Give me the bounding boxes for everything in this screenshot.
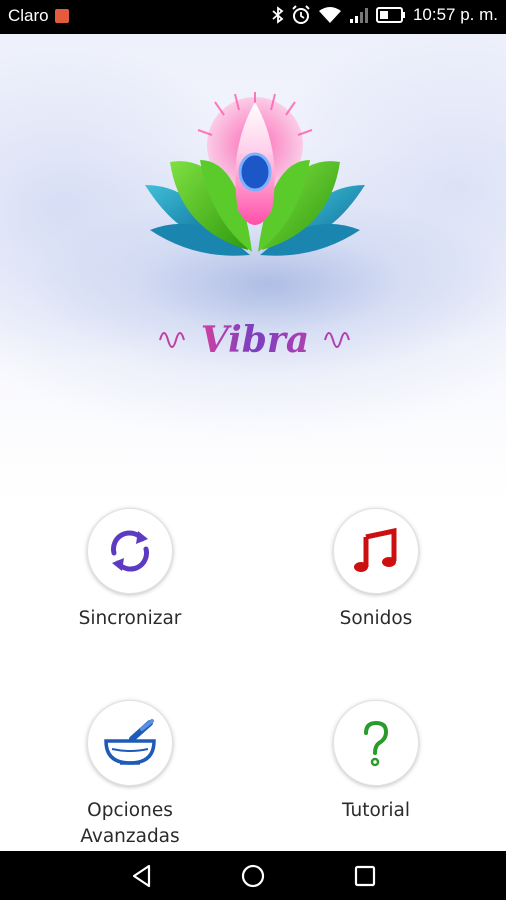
bluetooth-icon	[272, 6, 284, 24]
menu-item-tutorial[interactable]: Tutorial	[276, 700, 476, 824]
status-time: 10:57 p. m.	[412, 5, 498, 24]
sync-button[interactable]	[87, 508, 173, 594]
menu-item-sonidos[interactable]: Sonidos	[276, 508, 476, 632]
back-button[interactable]	[127, 861, 157, 891]
sounds-button[interactable]	[333, 508, 419, 594]
home-button[interactable]	[238, 861, 268, 891]
music-note-icon	[354, 527, 397, 572]
signal-icon	[349, 6, 369, 24]
back-icon	[132, 864, 151, 888]
hero-background: Vibra	[0, 34, 506, 504]
home-icon	[241, 864, 265, 888]
battery-icon	[375, 7, 406, 23]
wifi-icon	[318, 6, 342, 24]
recents-button[interactable]	[350, 861, 380, 891]
sync-icon	[111, 530, 149, 572]
carrier-label: Claro	[8, 6, 49, 25]
menu-label: Tutorial	[341, 800, 410, 821]
question-mark-icon	[364, 720, 389, 767]
menu-item-sincronizar[interactable]: Sincronizar	[30, 508, 230, 632]
notification-badge-icon	[54, 9, 69, 23]
status-bar: Claro 10:57 p. m.	[0, 0, 506, 34]
vibra-logo: Vibra	[145, 92, 365, 361]
mortar-pestle-icon	[104, 719, 156, 765]
menu-item-opciones-avanzadas[interactable]: Opciones Avanzadas	[30, 700, 230, 850]
menu-label: Sonidos	[339, 608, 413, 629]
tutorial-button[interactable]	[333, 700, 419, 786]
advanced-options-button[interactable]	[87, 700, 173, 786]
logo-wordmark: Vibra	[201, 319, 309, 361]
recents-icon	[354, 865, 376, 887]
navigation-bar	[0, 851, 506, 900]
menu-label: Opciones Avanzadas	[80, 800, 180, 847]
alarm-icon	[291, 5, 311, 25]
menu-label: Sincronizar	[78, 608, 182, 629]
